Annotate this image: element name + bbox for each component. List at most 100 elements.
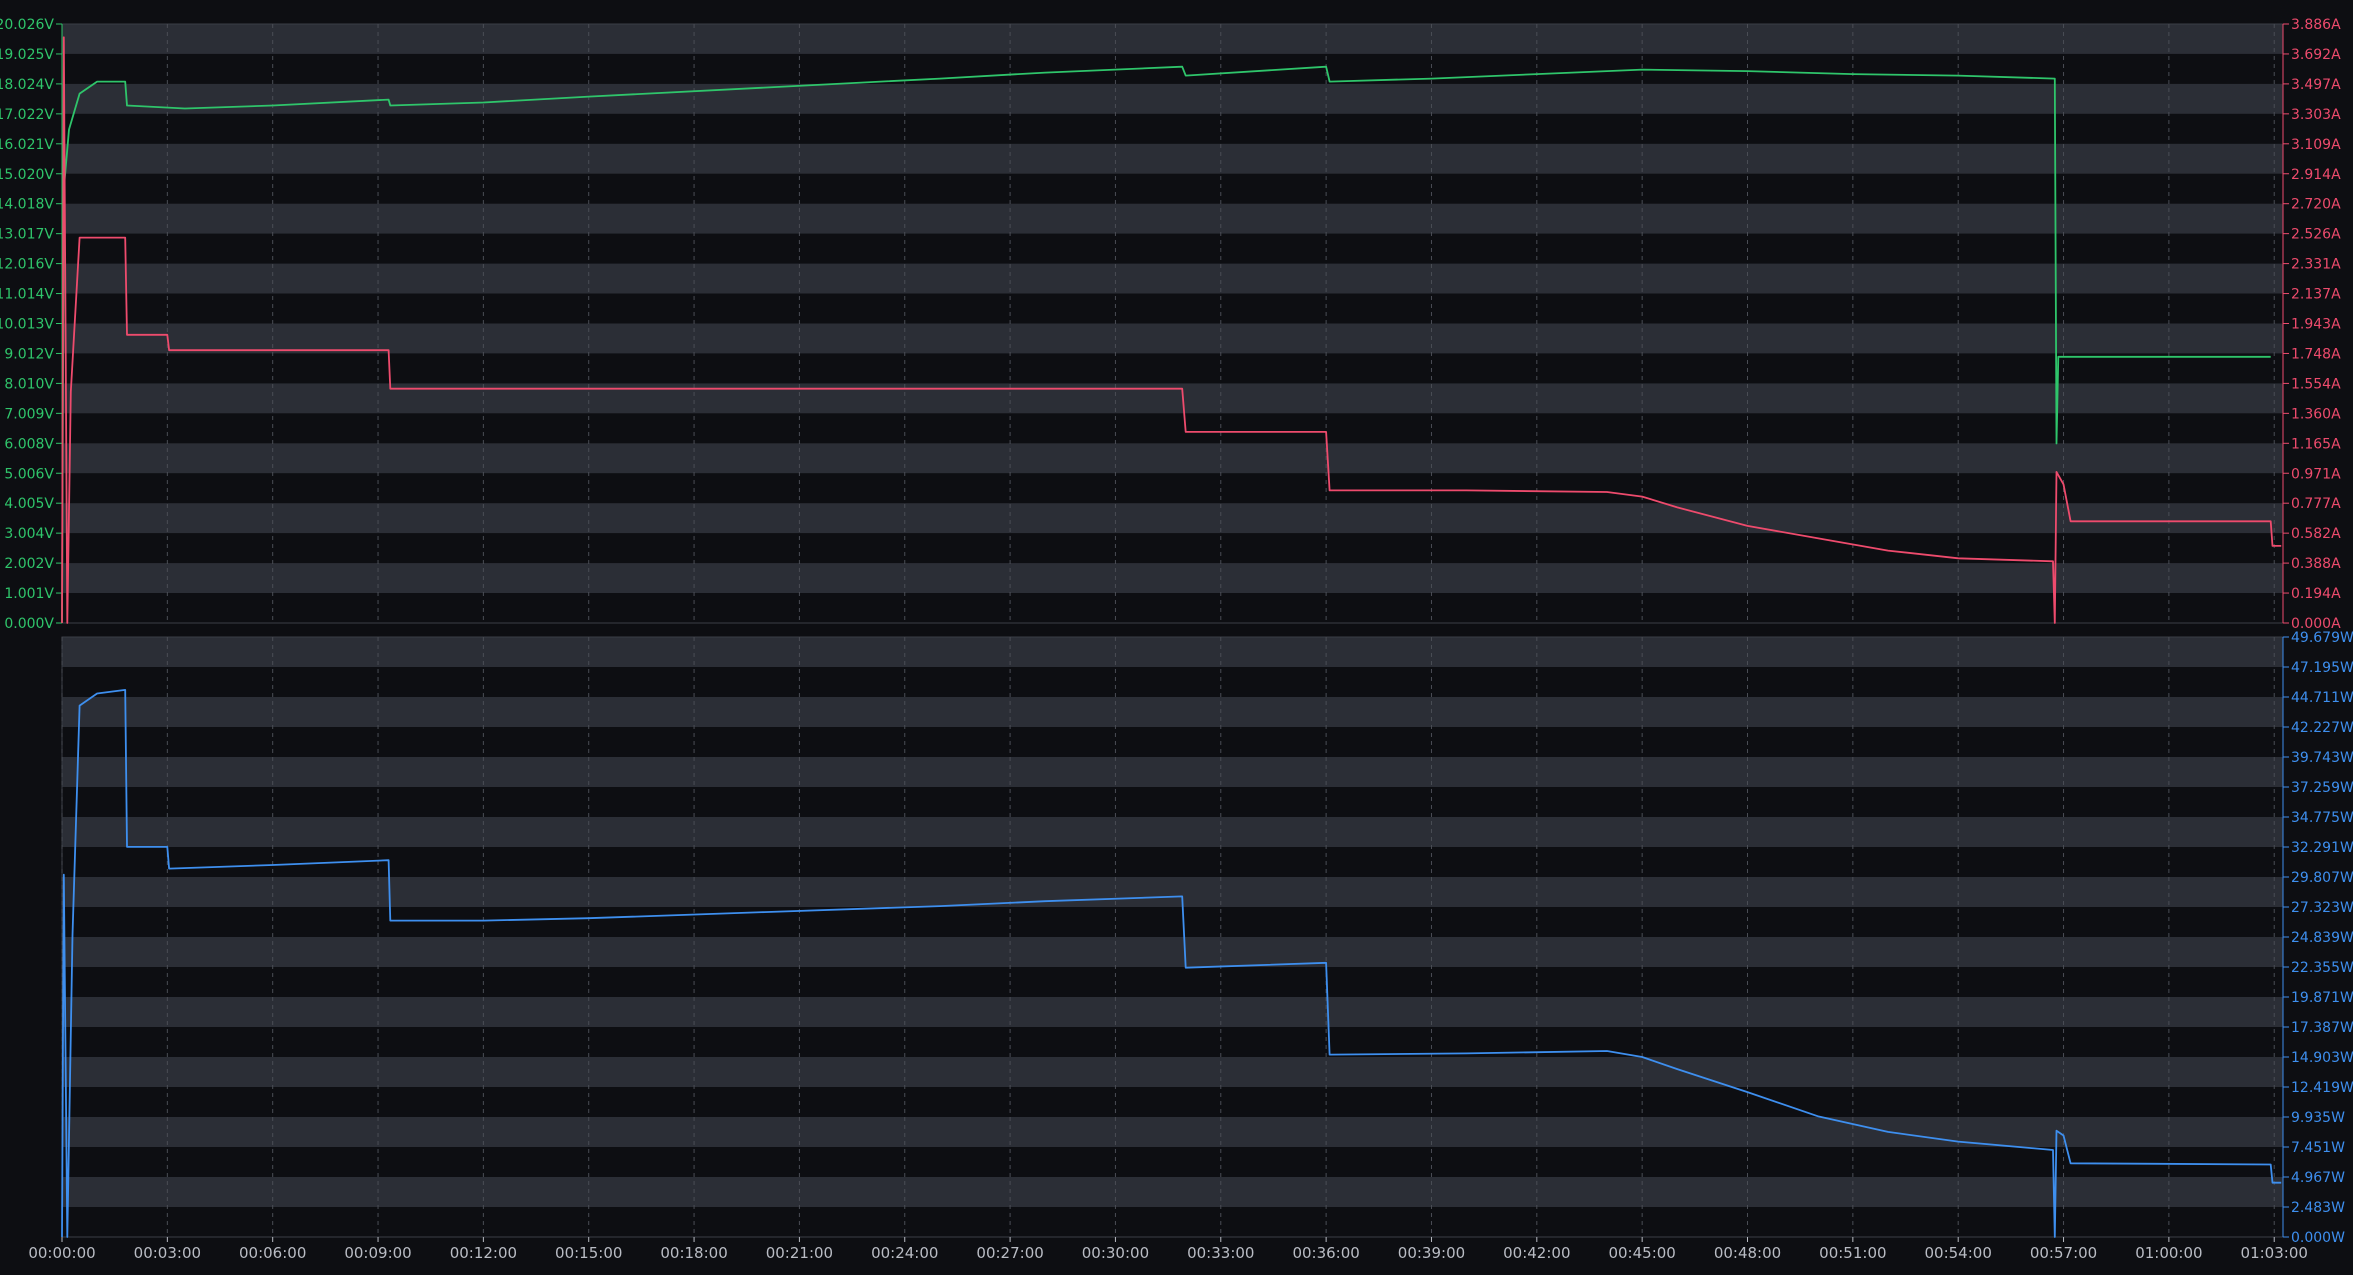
chart-panel-bottom: 00:00:00 00:03:00 00:06:00 00:09:00 00:12:00… (28, 630, 2353, 1262)
x-tick-label: 00:12:00 (450, 1244, 517, 1262)
x-tick-label: 00:24:00 (871, 1244, 938, 1262)
right-axis-tick-label: 1.165A (2291, 436, 2341, 452)
right-axis-tick-label: 49.679W (2291, 630, 2353, 646)
right-axis-tick-label: 7.451W (2291, 1140, 2345, 1156)
right-axis-tick-label: 29.807W (2291, 870, 2353, 886)
right-axis-tick-label: 0.000W (2291, 1230, 2345, 1246)
right-axis-tick-label: 3.303A (2291, 107, 2341, 123)
grid-band (62, 817, 2283, 847)
right-axis-tick-label: 37.259W (2291, 780, 2353, 796)
left-axis-tick-label: 10.013V (0, 317, 54, 333)
right-axis-tick-label: 2.331A (2291, 257, 2341, 273)
x-tick-label: 00:06:00 (239, 1244, 306, 1262)
right-axis-tick-label: 4.967W (2291, 1170, 2345, 1186)
grid-band (62, 1117, 2283, 1147)
left-axis-tick-label: 1.001V (4, 586, 54, 602)
x-tick-label: 00:45:00 (1608, 1244, 1675, 1262)
grid-band (62, 877, 2283, 907)
left-axis-tick-label: 3.004V (4, 526, 54, 542)
right-axis-tick-label: 0.194A (2291, 586, 2341, 602)
grid-band (62, 757, 2283, 787)
x-tick-label: 01:00:00 (2135, 1244, 2202, 1262)
left-axis-tick-label: 5.006V (4, 466, 54, 482)
right-axis-tick-label: 0.388A (2291, 556, 2341, 572)
x-tick-label: 00:00:00 (28, 1244, 95, 1262)
right-axis-tick-label: 42.227W (2291, 720, 2353, 736)
x-tick-label: 00:36:00 (1292, 1244, 1359, 1262)
power-monitor-chart: 20.026V 19.025V 18.024V 17.022V 16.021V 15.02… (0, 0, 2353, 1271)
left-axis-tick-label: 15.020V (0, 167, 54, 183)
grid-band (62, 503, 2283, 534)
right-axis-tick-label: 14.903W (2291, 1050, 2353, 1066)
right-axis-tick-label: 2.137A (2291, 287, 2341, 303)
left-axis-tick-label: 13.017V (0, 227, 54, 243)
left-axis-tick-label: 0.000V (4, 616, 54, 632)
x-tick-label: 01:03:00 (2241, 1244, 2308, 1262)
x-tick-label: 00:57:00 (2030, 1244, 2097, 1262)
right-axis-tick-label: 3.886A (2291, 17, 2341, 33)
grid-band (62, 443, 2283, 474)
right-axis-tick-label: 9.935W (2291, 1110, 2345, 1126)
grid-band (62, 323, 2283, 354)
x-tick-label: 00:30:00 (1082, 1244, 1149, 1262)
right-axis-tick-label: 32.291W (2291, 840, 2353, 856)
grid-band (62, 697, 2283, 727)
right-axis-tick-label: 3.109A (2291, 137, 2341, 153)
right-axis-tick-label: 12.419W (2291, 1080, 2353, 1096)
grid-band (62, 83, 2283, 114)
x-tick-label: 00:27:00 (976, 1244, 1043, 1262)
right-axis-tick-label: 19.871W (2291, 990, 2353, 1006)
right-axis-tick-label: 1.943A (2291, 317, 2341, 333)
right-axis-tick-label: 2.526A (2291, 227, 2341, 243)
left-axis-tick-label: 14.018V (0, 197, 54, 213)
chart-canvas: 20.026V 19.025V 18.024V 17.022V 16.021V 15.02… (0, 17, 2353, 1262)
left-axis-tick-label: 19.025V (0, 47, 54, 63)
grid-band (62, 203, 2283, 234)
grid-band (62, 937, 2283, 967)
left-axis-tick-label: 7.009V (4, 406, 54, 422)
grid-band (62, 1057, 2283, 1087)
left-axis-tick-label: 4.005V (4, 496, 54, 512)
x-tick-label: 00:33:00 (1187, 1244, 1254, 1262)
x-tick-label: 00:51:00 (1819, 1244, 1886, 1262)
right-axis-tick-label: 0.582A (2291, 526, 2341, 542)
left-axis-tick-label: 2.002V (4, 556, 54, 572)
grid-band (62, 563, 2283, 593)
grid-band (62, 997, 2283, 1027)
x-tick-label: 00:39:00 (1398, 1244, 1465, 1262)
left-axis-tick-label: 11.014V (0, 287, 54, 303)
grid-band (62, 263, 2283, 294)
right-axis-tick-label: 1.554A (2291, 376, 2341, 392)
x-tick-label: 00:48:00 (1714, 1244, 1781, 1262)
x-tick-label: 00:21:00 (766, 1244, 833, 1262)
grid-band (62, 637, 2283, 667)
left-axis-tick-label: 6.008V (4, 436, 54, 452)
left-axis-tick-label: 17.022V (0, 107, 54, 123)
left-axis-tick-label: 9.012V (4, 346, 54, 362)
right-axis-tick-label: 2.483W (2291, 1200, 2345, 1216)
left-axis-tick-label: 16.021V (0, 137, 54, 153)
right-axis-tick-label: 0.971A (2291, 466, 2341, 482)
right-axis-tick-label: 22.355W (2291, 960, 2353, 976)
left-axis-tick-label: 12.016V (0, 257, 54, 273)
right-axis-tick-label: 1.748A (2291, 346, 2341, 362)
right-axis-tick-label: 39.743W (2291, 750, 2353, 766)
right-axis-tick-label: 24.839W (2291, 930, 2353, 946)
grid-band (62, 143, 2283, 174)
left-axis-tick-label: 18.024V (0, 77, 54, 93)
grid-band (62, 24, 2283, 54)
x-tick-label: 00:18:00 (660, 1244, 727, 1262)
right-axis-tick-label: 3.497A (2291, 77, 2341, 93)
x-tick-label: 00:03:00 (134, 1244, 201, 1262)
x-tick-label: 00:15:00 (555, 1244, 622, 1262)
chart-panel-top: 20.026V 19.025V 18.024V 17.022V 16.021V 15.02… (0, 17, 2341, 632)
right-axis-tick-label: 3.692A (2291, 47, 2341, 63)
x-tick-label: 00:09:00 (344, 1244, 411, 1262)
right-axis-tick-label: 27.323W (2291, 900, 2353, 916)
left-axis-tick-label: 20.026V (0, 17, 54, 33)
x-tick-label: 00:54:00 (1925, 1244, 1992, 1262)
grid-band (62, 1177, 2283, 1207)
left-axis-tick-label: 8.010V (4, 376, 54, 392)
right-axis-tick-label: 0.777A (2291, 496, 2341, 512)
right-axis-tick-label: 2.914A (2291, 167, 2341, 183)
